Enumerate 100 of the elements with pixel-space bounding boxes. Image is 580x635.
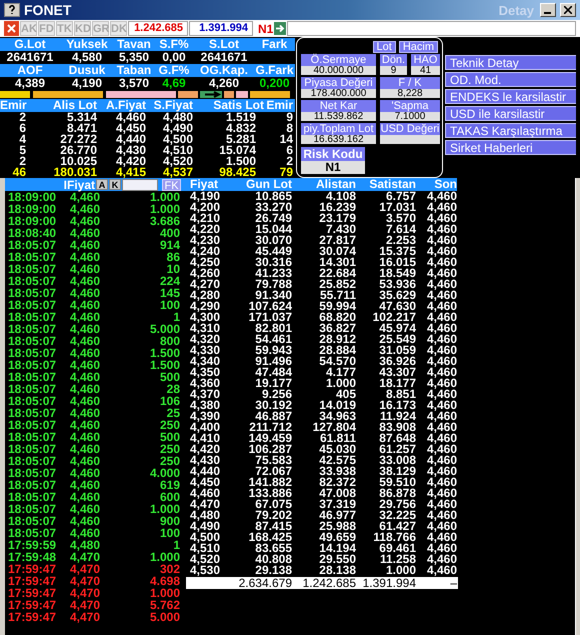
table-cell-text: 36.827 bbox=[318, 323, 356, 334]
table-cell-text: 29.138 bbox=[254, 565, 292, 576]
trade-time: 18:05:07 bbox=[8, 239, 58, 251]
trade-lot: 224 bbox=[158, 275, 180, 287]
table-cell-text: 46 bbox=[12, 167, 27, 178]
column-header: Gun Lot bbox=[230, 178, 292, 191]
trade-time: 18:05:07 bbox=[8, 395, 58, 407]
trade-lot: 500 bbox=[158, 431, 180, 443]
close-button[interactable] bbox=[560, 3, 576, 17]
table-cell-text: 54.461 bbox=[254, 334, 292, 345]
trade-lot: 106 bbox=[158, 395, 180, 407]
field-value: 16.639.162 bbox=[301, 135, 376, 144]
trade-time: 18:05:07 bbox=[8, 479, 58, 491]
menu-item[interactable]: TAKAS Karşılaştırma bbox=[445, 123, 576, 138]
table-cell-text: 4,460 bbox=[426, 444, 457, 455]
filter-field[interactable] bbox=[122, 178, 158, 190]
table-cell-text: 79.202 bbox=[254, 510, 292, 521]
trade-time: 17:59:47 bbox=[8, 575, 58, 587]
table-cell-text: 30.192 bbox=[254, 400, 292, 411]
table-cell-text: 405 bbox=[336, 389, 356, 400]
column-header: S.Fiyat bbox=[152, 99, 193, 112]
table-cell-text: 69.461 bbox=[379, 543, 416, 554]
table-cell-text: 75.583 bbox=[255, 455, 292, 466]
table-cell-text: 211.712 bbox=[248, 422, 292, 433]
menu-item[interactable]: USD ile karsilastir bbox=[445, 106, 576, 121]
trade-price: 4,460 bbox=[70, 479, 102, 491]
trade-lot: 250 bbox=[158, 455, 180, 467]
table-cell-text: 106.287 bbox=[248, 444, 292, 455]
table-cell-text: 15.044 bbox=[254, 224, 292, 235]
trade-lot: 1 bbox=[172, 539, 180, 551]
table-cell-text: 87.648 bbox=[378, 433, 416, 444]
table-cell-text: 4,460 bbox=[426, 202, 457, 213]
field-label: Piyasa Değeri bbox=[301, 77, 376, 89]
trade-price: 4,460 bbox=[70, 503, 102, 515]
table-cell-text: 9 bbox=[285, 112, 293, 123]
table-cell-text: 53.936 bbox=[378, 279, 416, 290]
table-cell-text: 4,320 bbox=[189, 334, 222, 345]
trade-price: 4,470 bbox=[70, 575, 102, 587]
table-cell-text: 168.425 bbox=[248, 532, 292, 543]
trade-lot: 10 bbox=[166, 263, 180, 275]
total-cell-text: 2.634.679 bbox=[238, 577, 292, 589]
arrow-right-icon[interactable] bbox=[274, 22, 286, 35]
column-header: A.Fiyat bbox=[104, 99, 146, 112]
trade-price: 4,460 bbox=[70, 287, 102, 299]
table-cell-text: 25.549 bbox=[378, 334, 416, 345]
table-cell-text: 4,460 bbox=[426, 312, 457, 323]
field-value: 11.539.862 bbox=[301, 112, 376, 121]
trade-price: 4,480 bbox=[70, 539, 102, 551]
table-cell-text: 4,520 bbox=[162, 156, 193, 167]
menu-item[interactable]: Teknik Detay bbox=[445, 55, 576, 70]
menu-item[interactable]: Sirket Haberleri bbox=[445, 140, 576, 155]
table-cell-text: 4,460 bbox=[426, 411, 457, 422]
table-cell-text: 4,440 bbox=[114, 134, 146, 145]
trade-lot: 1.000 bbox=[148, 503, 180, 515]
table-cell-text: 4,460 bbox=[426, 257, 457, 268]
trade-lot: 5.762 bbox=[148, 599, 180, 611]
input-field[interactable] bbox=[287, 21, 576, 36]
filter-button[interactable]: A bbox=[96, 179, 108, 190]
filter-button[interactable]: FK bbox=[162, 178, 181, 190]
filter-button[interactable]: K bbox=[109, 179, 121, 190]
trade-time: 17:59:59 bbox=[8, 539, 58, 551]
table-cell-text: 4,340 bbox=[189, 356, 222, 367]
column-header: Alistan bbox=[292, 178, 356, 191]
table-cell-text: 33.270 bbox=[254, 202, 292, 213]
trade-lot: 1.000 bbox=[148, 203, 180, 215]
trade-time: 18:05:07 bbox=[8, 467, 58, 479]
table-cell-text: 67.075 bbox=[255, 499, 292, 510]
table-cell-text: 8 bbox=[286, 123, 293, 134]
table-cell-text: 27.272 bbox=[59, 134, 97, 145]
table-cell-text: 4,520 bbox=[189, 554, 222, 565]
close-icon[interactable] bbox=[4, 21, 19, 36]
table-cell-text: 30.316 bbox=[254, 257, 292, 268]
table-cell-text: 83.655 bbox=[255, 543, 292, 554]
trade-time: 18:09:00 bbox=[8, 203, 58, 215]
table-cell-text: 47.008 bbox=[318, 488, 356, 499]
table-cell-text: 25.852 bbox=[318, 279, 356, 290]
table-cell-text: 30.074 bbox=[318, 246, 356, 257]
table-cell-text: 36.926 bbox=[378, 356, 416, 367]
trade-lot: 4.000 bbox=[148, 467, 180, 479]
column-header: G.Lot bbox=[13, 38, 47, 51]
menu-item[interactable]: OD. Mod. bbox=[445, 72, 576, 87]
table-cell-text: 68.820 bbox=[318, 312, 356, 323]
trade-time: 18:05:07 bbox=[8, 335, 58, 347]
trade-price: 4,460 bbox=[70, 467, 102, 479]
toggle-button[interactable]: Lot bbox=[372, 41, 396, 53]
minimize-button[interactable] bbox=[540, 3, 556, 17]
trade-price: 4,460 bbox=[70, 527, 102, 539]
table-cell-text: 17.031 bbox=[378, 202, 416, 213]
trade-lot: 914 bbox=[158, 239, 180, 251]
table-cell-text: 16.015 bbox=[378, 257, 416, 268]
table-cell-text: 5.281 bbox=[226, 134, 257, 145]
trade-lot: 1.000 bbox=[148, 191, 180, 203]
table-cell-text: 11.258 bbox=[378, 554, 416, 565]
toggle-button[interactable]: Hacim bbox=[398, 41, 438, 53]
help-icon[interactable] bbox=[4, 3, 20, 17]
stat-value: 2641671 bbox=[200, 51, 248, 64]
table-cell-text: 26.749 bbox=[254, 213, 292, 224]
menu-item[interactable]: ENDEKS le karsilastir bbox=[445, 89, 576, 104]
table-cell-text: 4.108 bbox=[326, 191, 356, 202]
table-cell-text: 47.484 bbox=[254, 367, 292, 378]
